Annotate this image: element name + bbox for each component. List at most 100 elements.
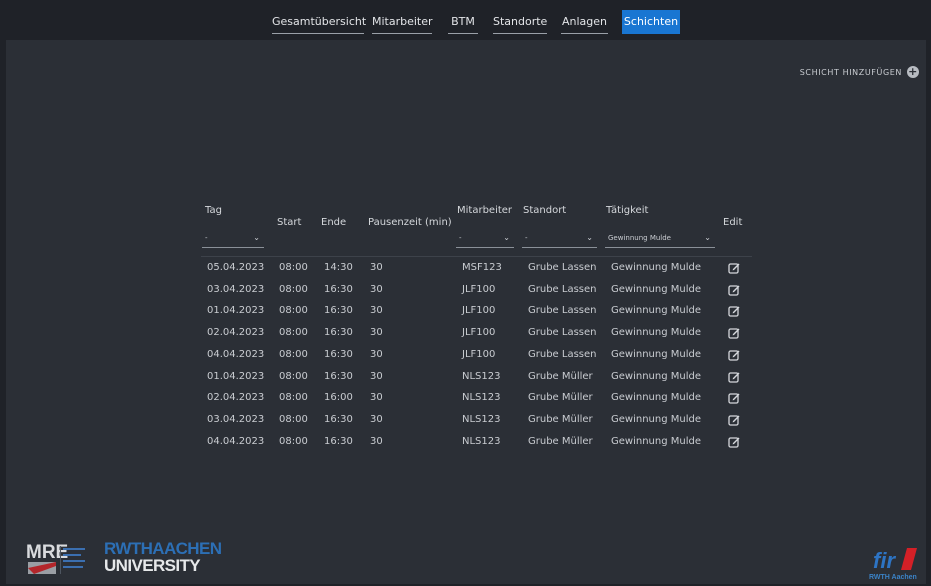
cell-standort: Grube Müller xyxy=(528,435,593,447)
add-shift-label: SCHICHT HINZUFÜGEN xyxy=(799,67,902,77)
cell-ende: 16:30 xyxy=(324,348,353,360)
cell-start: 08:00 xyxy=(279,435,308,447)
cell-tag: 02.04.2023 xyxy=(207,392,265,404)
edit-icon[interactable] xyxy=(728,349,740,361)
table-row: 04.04.2023 08:00 16:30 30 NLS123 Grube Müller… xyxy=(0,431,931,453)
header-mitarbeiter: Mitarbeiter xyxy=(457,205,513,216)
cell-taetigkeit: Gewinnung Mulde xyxy=(611,413,701,425)
cell-pausenzeit: 30 xyxy=(370,413,383,425)
nav-gesamtuebersicht[interactable]: Gesamtübersicht xyxy=(272,10,366,34)
cell-ende: 16:30 xyxy=(324,327,353,339)
cell-ende: 16:30 xyxy=(324,283,353,295)
table-row: 01.04.2023 08:00 16:30 30 JLF100 Grube Lassen… xyxy=(0,300,931,322)
table-row: 02.04.2023 08:00 16:00 30 NLS123 Grube Müller… xyxy=(0,387,931,409)
edit-icon[interactable] xyxy=(728,414,740,426)
cell-mitarbeiter: NLS123 xyxy=(462,435,501,447)
fir-logo-sub: RWTH Aachen xyxy=(869,574,917,581)
nav-mitarbeiter[interactable]: Mitarbeiter xyxy=(372,10,433,34)
table-row: 04.04.2023 08:00 16:30 30 JLF100 Grube Lassen… xyxy=(0,344,931,366)
chevron-down-icon: ⌄ xyxy=(253,233,260,242)
cell-start: 08:00 xyxy=(279,305,308,317)
table-row: 01.04.2023 08:00 16:30 30 NLS123 Grube Müller… xyxy=(0,366,931,388)
cell-ende: 16:30 xyxy=(324,435,353,447)
cell-pausenzeit: 30 xyxy=(370,435,383,447)
cell-start: 08:00 xyxy=(279,262,308,273)
cell-ende: 16:00 xyxy=(324,392,353,404)
cell-mitarbeiter: JLF100 xyxy=(462,348,496,360)
cell-tag: 05.04.2023 xyxy=(207,262,265,273)
cell-start: 08:00 xyxy=(279,370,308,382)
nav-standorte[interactable]: Standorte xyxy=(493,10,547,34)
filter-tag-value: - xyxy=(205,234,208,242)
filter-mitarbeiter-select[interactable]: - ⌄ xyxy=(456,228,514,248)
filter-standort-select[interactable]: - ⌄ xyxy=(522,228,597,248)
cell-pausenzeit: 30 xyxy=(370,305,383,317)
nav-schichten[interactable]: Schichten xyxy=(622,10,680,34)
cell-mitarbeiter: JLF100 xyxy=(462,283,496,295)
cell-start: 08:00 xyxy=(279,348,308,360)
edit-icon[interactable] xyxy=(728,392,740,404)
table-row: 05.04.2023 08:00 14:30 30 MSF123 Grube Lassen… xyxy=(0,257,931,279)
cell-tag: 01.04.2023 xyxy=(207,370,265,382)
cell-ende: 16:30 xyxy=(324,413,353,425)
main-nav: Gesamtübersicht Mitarbeiter BTM Standort… xyxy=(0,10,931,34)
cell-taetigkeit: Gewinnung Mulde xyxy=(611,348,701,360)
cell-standort: Grube Lassen xyxy=(528,283,597,295)
filter-taetigkeit-select[interactable]: Gewinnung Mulde ⌄ xyxy=(605,228,715,248)
nav-btm[interactable]: BTM xyxy=(448,10,478,34)
cell-mitarbeiter: NLS123 xyxy=(462,370,501,382)
cell-ende: 16:30 xyxy=(324,305,353,317)
cell-mitarbeiter: JLF100 xyxy=(462,305,496,317)
cell-pausenzeit: 30 xyxy=(370,370,383,382)
cell-mitarbeiter: NLS123 xyxy=(462,413,501,425)
cell-start: 08:00 xyxy=(279,392,308,404)
filter-taetigkeit-value: Gewinnung Mulde xyxy=(608,234,671,242)
fir-logo-text: fir xyxy=(873,548,896,573)
cell-tag: 04.04.2023 xyxy=(207,348,265,360)
cell-taetigkeit: Gewinnung Mulde xyxy=(611,435,701,447)
chevron-down-icon: ⌄ xyxy=(586,233,593,242)
cell-start: 08:00 xyxy=(279,283,308,295)
filter-standort-value: - xyxy=(525,234,528,242)
filter-tag-select[interactable]: - ⌄ xyxy=(202,228,264,248)
cell-standort: Grube Lassen xyxy=(528,327,597,339)
mre-logo-text: MRE xyxy=(26,542,68,563)
filter-mitarbeiter-value: - xyxy=(459,234,462,242)
cell-standort: Grube Lassen xyxy=(528,305,597,317)
cell-tag: 02.04.2023 xyxy=(207,327,265,339)
cell-standort: Grube Lassen xyxy=(528,262,597,273)
cell-taetigkeit: Gewinnung Mulde xyxy=(611,283,701,295)
chevron-down-icon: ⌄ xyxy=(704,233,711,242)
cell-tag: 01.04.2023 xyxy=(207,305,265,317)
header-tag: Tag xyxy=(205,205,222,216)
header-standort: Standort xyxy=(523,205,567,216)
edit-icon[interactable] xyxy=(728,284,740,296)
edit-icon[interactable] xyxy=(728,327,740,339)
nav-anlagen[interactable]: Anlagen xyxy=(561,10,608,34)
cell-standort: Grube Müller xyxy=(528,413,593,425)
cell-start: 08:00 xyxy=(279,327,308,339)
cell-taetigkeit: Gewinnung Mulde xyxy=(611,262,701,273)
table-row: 03.04.2023 08:00 16:30 30 NLS123 Grube Müller… xyxy=(0,409,931,431)
header-start: Start xyxy=(277,217,302,228)
edit-icon[interactable] xyxy=(728,305,740,318)
cell-pausenzeit: 30 xyxy=(370,283,383,295)
rwth-logo-line2: UNIVERSITY xyxy=(104,556,201,575)
cell-standort: Grube Müller xyxy=(528,370,593,382)
add-shift-button[interactable]: SCHICHT HINZUFÜGEN + xyxy=(800,65,919,79)
header-ende: Ende xyxy=(321,217,347,228)
edit-icon[interactable] xyxy=(728,436,740,448)
cell-pausenzeit: 30 xyxy=(370,348,383,360)
cell-mitarbeiter: NLS123 xyxy=(462,392,501,404)
edit-icon[interactable] xyxy=(728,371,740,383)
cell-ende: 14:30 xyxy=(324,262,353,273)
cell-pausenzeit: 30 xyxy=(370,262,383,273)
edit-icon[interactable] xyxy=(728,262,740,274)
cell-mitarbeiter: JLF100 xyxy=(462,327,496,339)
mre-logo: MRE xyxy=(26,542,85,574)
cell-standort: Grube Lassen xyxy=(528,348,597,360)
cell-mitarbeiter: MSF123 xyxy=(462,262,502,273)
table-row: 02.04.2023 08:00 16:30 30 JLF100 Grube Lassen… xyxy=(0,322,931,344)
cell-tag: 03.04.2023 xyxy=(207,283,265,295)
chevron-down-icon: ⌄ xyxy=(503,233,510,242)
